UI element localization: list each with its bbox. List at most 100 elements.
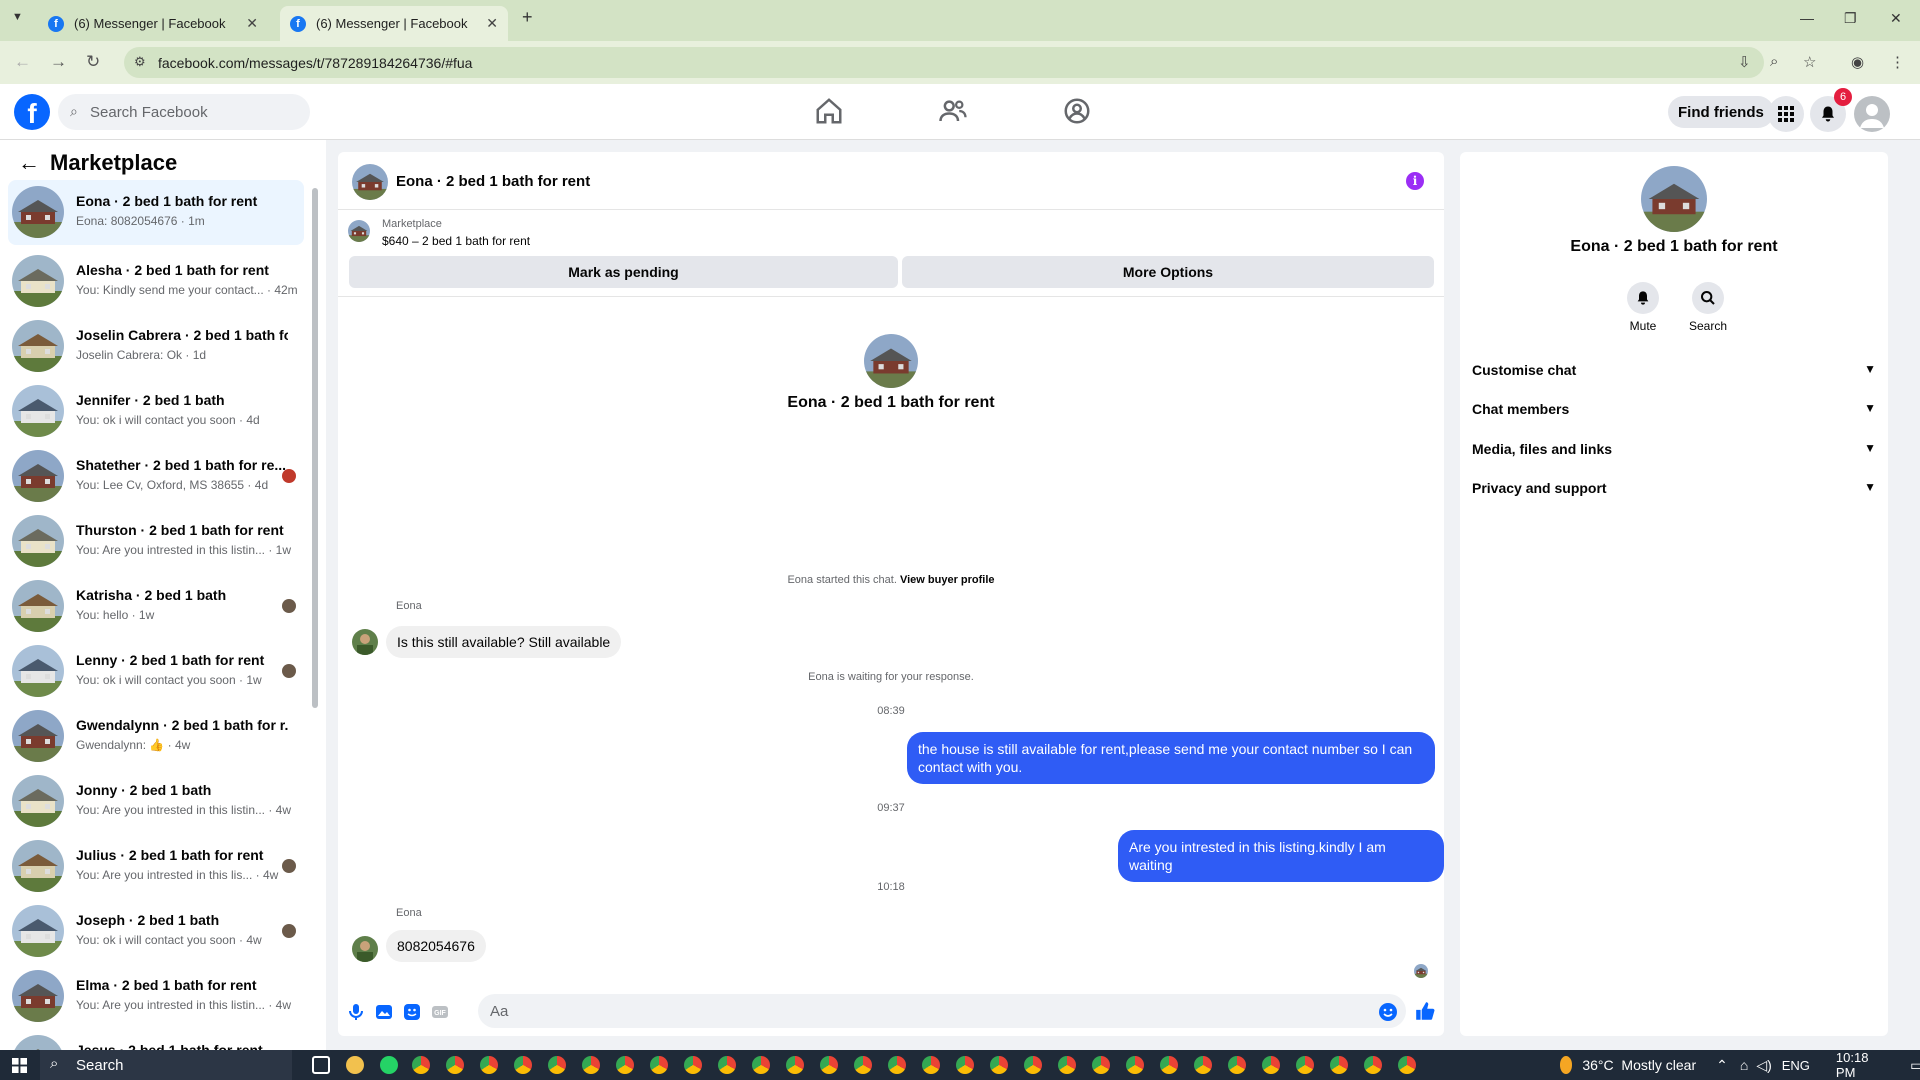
chrome-icon[interactable] — [922, 1056, 940, 1074]
conversation-item[interactable]: Alesha · 2 bed 1 bath for rent You: Kindl… — [8, 249, 304, 314]
info-icon[interactable]: i — [1406, 172, 1424, 190]
close-tab-icon[interactable]: ✕ — [486, 15, 498, 32]
tab-list-icon[interactable]: ▼ — [12, 11, 23, 23]
chrome-icon[interactable] — [514, 1056, 532, 1074]
browser-menu-icon[interactable]: ⋮ — [1890, 53, 1905, 71]
minimize-icon[interactable]: — — [1800, 10, 1814, 26]
back-icon[interactable]: ← — [14, 52, 31, 72]
conversation-item[interactable]: Shatether · 2 bed 1 bath for re... You: L… — [8, 444, 304, 509]
close-tab-icon[interactable]: ✕ — [246, 15, 258, 32]
account-avatar[interactable] — [1854, 96, 1890, 132]
chrome-icon[interactable] — [718, 1056, 736, 1074]
back-arrow-icon[interactable]: ← — [18, 150, 40, 176]
zoom-icon[interactable]: ⌕ — [1770, 53, 1778, 70]
browser-tab-1[interactable]: f (6) Messenger | Facebook ✕ — [38, 6, 268, 41]
reload-icon[interactable]: ↻ — [86, 52, 100, 72]
url-field[interactable]: ⚙ facebook.com/messages/t/78728918426473… — [124, 47, 1764, 78]
chrome-icon[interactable] — [1364, 1056, 1382, 1074]
restore-icon[interactable]: ❐ — [1844, 10, 1857, 27]
chrome-icon[interactable] — [956, 1056, 974, 1074]
chrome-icon[interactable] — [650, 1056, 668, 1074]
chrome-icon[interactable] — [1296, 1056, 1314, 1074]
install-app-icon[interactable]: ⇩ — [1738, 53, 1751, 71]
chrome-icon[interactable] — [1330, 1056, 1348, 1074]
facebook-search-input[interactable]: ⌕ Search Facebook — [58, 94, 310, 130]
microphone-icon[interactable] — [346, 1002, 366, 1022]
thumbs-up-icon[interactable] — [1414, 1000, 1436, 1022]
section-media-files-links[interactable]: Media, files and links ▼ — [1472, 429, 1876, 469]
section-chat-members[interactable]: Chat members ▼ — [1472, 389, 1876, 429]
conversation-item[interactable]: Jesus · 2 bed 1 bath for rent — [8, 1029, 304, 1050]
chrome-icon[interactable] — [990, 1056, 1008, 1074]
search-in-chat-button[interactable]: Search — [1673, 282, 1743, 333]
find-friends-button[interactable]: Find friends — [1668, 96, 1774, 128]
home-icon[interactable] — [814, 96, 844, 126]
chrome-icon[interactable] — [888, 1056, 906, 1074]
conversation-item[interactable]: Joselin Cabrera · 2 bed 1 bath fo... Jose… — [8, 314, 304, 379]
chrome-icon[interactable] — [446, 1056, 464, 1074]
clock[interactable]: 10:18 PM — [1836, 1050, 1874, 1080]
chrome-icon[interactable] — [616, 1056, 634, 1074]
chrome-icon[interactable] — [1092, 1056, 1110, 1074]
chrome-icon[interactable] — [1398, 1056, 1416, 1074]
facebook-logo-icon[interactable]: f — [14, 94, 50, 130]
chrome-icon[interactable] — [786, 1056, 804, 1074]
more-options-button[interactable]: More Options — [902, 256, 1434, 288]
browser-tab-2[interactable]: f (6) Messenger | Facebook ✕ — [280, 6, 508, 41]
conversation-item[interactable]: Gwendalynn · 2 bed 1 bath for r... Gwenda… — [8, 704, 304, 769]
chrome-icon[interactable] — [1194, 1056, 1212, 1074]
whatsapp-icon[interactable] — [380, 1056, 398, 1074]
forward-icon[interactable]: → — [50, 52, 67, 72]
chrome-icon[interactable] — [1126, 1056, 1144, 1074]
network-icon[interactable]: ⌂ — [1740, 1057, 1748, 1073]
conversation-item[interactable]: Julius · 2 bed 1 bath for rent You: Are y… — [8, 834, 304, 899]
chrome-icon[interactable] — [548, 1056, 566, 1074]
friends-icon[interactable] — [938, 96, 968, 126]
section-privacy-support[interactable]: Privacy and support ▼ — [1472, 468, 1876, 508]
chat-avatar[interactable] — [352, 164, 388, 200]
view-buyer-profile-link[interactable]: View buyer profile — [900, 574, 995, 586]
conversation-item[interactable]: Jonny · 2 bed 1 bath You: Are you intrest… — [8, 769, 304, 834]
language-indicator[interactable]: ENG — [1782, 1058, 1810, 1073]
message-input[interactable]: Aa — [478, 994, 1406, 1028]
chrome-icon[interactable] — [1160, 1056, 1178, 1074]
chrome-icon[interactable] — [480, 1056, 498, 1074]
new-tab-icon[interactable]: + — [522, 7, 533, 28]
conversation-item[interactable]: Thurston · 2 bed 1 bath for rent You: Are… — [8, 509, 304, 574]
conversation-item[interactable]: Katrisha · 2 bed 1 bath You: hello · 1w — [8, 574, 304, 639]
tray-chevron-icon[interactable]: ⌃ — [1716, 1057, 1728, 1074]
site-info-icon[interactable]: ⚙ — [134, 54, 150, 70]
windows-start-icon[interactable] — [12, 1058, 27, 1073]
chrome-icon[interactable] — [1024, 1056, 1042, 1074]
groups-icon[interactable] — [1062, 96, 1092, 126]
weather-text[interactable]: 36°C Mostly clear — [1582, 1057, 1696, 1073]
section-customise-chat[interactable]: Customise chat ▼ — [1472, 350, 1876, 390]
conversation-item[interactable]: Joseph · 2 bed 1 bath You: ok i will cont… — [8, 899, 304, 964]
chrome-icon[interactable] — [412, 1056, 430, 1074]
volume-icon[interactable]: ◁) — [1756, 1057, 1771, 1074]
gif-icon[interactable]: GIF — [430, 1002, 450, 1022]
details-avatar[interactable] — [1641, 166, 1707, 232]
chrome-icon[interactable] — [820, 1056, 838, 1074]
menu-grid-icon[interactable] — [1768, 96, 1804, 132]
chrome-icon[interactable] — [1262, 1056, 1280, 1074]
sticker-icon[interactable] — [402, 1002, 422, 1022]
conversation-item[interactable]: Elma · 2 bed 1 bath for rent You: Are you… — [8, 964, 304, 1029]
profile-icon[interactable]: ◉ — [1851, 53, 1864, 71]
file-explorer-icon[interactable] — [346, 1056, 364, 1074]
scrollbar[interactable] — [312, 188, 318, 708]
chrome-icon[interactable] — [752, 1056, 770, 1074]
conversation-item[interactable]: Jennifer · 2 bed 1 bath You: ok i will co… — [8, 379, 304, 444]
chat-title[interactable]: Eona · 2 bed 1 bath for rent — [396, 173, 590, 190]
photo-icon[interactable] — [374, 1002, 394, 1022]
conversation-item[interactable]: Lenny · 2 bed 1 bath for rent You: ok i w… — [8, 639, 304, 704]
chrome-icon[interactable] — [1058, 1056, 1076, 1074]
chrome-icon[interactable] — [582, 1056, 600, 1074]
chrome-icon[interactable] — [684, 1056, 702, 1074]
mute-button[interactable]: Mute — [1608, 282, 1678, 333]
task-view-icon[interactable] — [312, 1056, 330, 1074]
close-window-icon[interactable]: ✕ — [1890, 10, 1902, 27]
mark-as-pending-button[interactable]: Mark as pending — [349, 256, 898, 288]
chrome-icon[interactable] — [854, 1056, 872, 1074]
emoji-icon[interactable] — [1378, 1002, 1398, 1022]
